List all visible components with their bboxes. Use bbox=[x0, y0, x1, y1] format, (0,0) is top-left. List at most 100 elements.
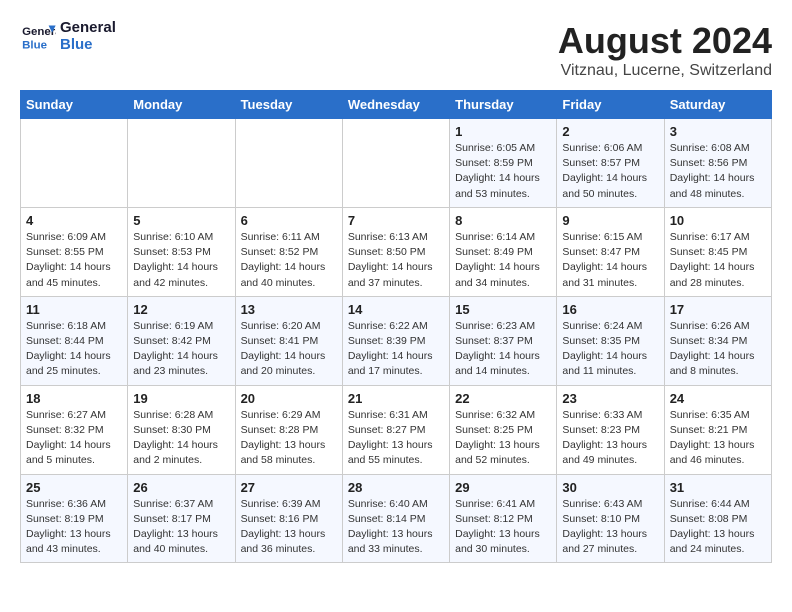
day-cell: 31 Sunrise: 6:44 AMSunset: 8:08 PMDayligh… bbox=[664, 474, 771, 563]
day-cell: 16 Sunrise: 6:24 AMSunset: 8:35 PMDayligh… bbox=[557, 296, 664, 385]
day-detail: Sunrise: 6:13 AMSunset: 8:50 PMDaylight:… bbox=[348, 230, 444, 291]
day-detail: Sunrise: 6:15 AMSunset: 8:47 PMDaylight:… bbox=[562, 230, 658, 291]
week-row-2: 4 Sunrise: 6:09 AMSunset: 8:55 PMDaylight… bbox=[21, 207, 772, 296]
day-cell: 25 Sunrise: 6:36 AMSunset: 8:19 PMDayligh… bbox=[21, 474, 128, 563]
day-detail: Sunrise: 6:28 AMSunset: 8:30 PMDaylight:… bbox=[133, 408, 229, 469]
week-row-3: 11 Sunrise: 6:18 AMSunset: 8:44 PMDayligh… bbox=[21, 296, 772, 385]
day-cell: 28Sunrise: 6:40 AMSunset: 8:14 PMDayligh… bbox=[342, 474, 449, 563]
day-number: 19 bbox=[133, 391, 229, 406]
day-cell: 21Sunrise: 6:31 AMSunset: 8:27 PMDayligh… bbox=[342, 385, 449, 474]
day-header-thursday: Thursday bbox=[450, 91, 557, 119]
week-row-5: 25 Sunrise: 6:36 AMSunset: 8:19 PMDayligh… bbox=[21, 474, 772, 563]
calendar-header: SundayMondayTuesdayWednesdayThursdayFrid… bbox=[21, 91, 772, 119]
day-number: 5 bbox=[133, 213, 229, 228]
day-number: 27 bbox=[241, 480, 337, 495]
day-detail: Sunrise: 6:41 AMSunset: 8:12 PMDaylight:… bbox=[455, 497, 551, 558]
day-cell bbox=[21, 119, 128, 208]
day-detail: Sunrise: 6:22 AMSunset: 8:39 PMDaylight:… bbox=[348, 319, 444, 380]
day-number: 23 bbox=[562, 391, 658, 406]
day-number: 26 bbox=[133, 480, 229, 495]
day-number: 31 bbox=[670, 480, 766, 495]
day-cell: 24Sunrise: 6:35 AMSunset: 8:21 PMDayligh… bbox=[664, 385, 771, 474]
svg-text:Blue: Blue bbox=[22, 39, 47, 51]
day-detail: Sunrise: 6:14 AMSunset: 8:49 PMDaylight:… bbox=[455, 230, 551, 291]
day-header-wednesday: Wednesday bbox=[342, 91, 449, 119]
day-cell: 22 Sunrise: 6:32 AMSunset: 8:25 PMDayligh… bbox=[450, 385, 557, 474]
header-row: SundayMondayTuesdayWednesdayThursdayFrid… bbox=[21, 91, 772, 119]
day-cell: 12Sunrise: 6:19 AMSunset: 8:42 PMDayligh… bbox=[128, 296, 235, 385]
day-number: 25 bbox=[26, 480, 122, 495]
day-detail: Sunrise: 6:26 AMSunset: 8:34 PMDaylight:… bbox=[670, 319, 766, 380]
day-header-monday: Monday bbox=[128, 91, 235, 119]
calendar-body: 1Sunrise: 6:05 AMSunset: 8:59 PMDaylight… bbox=[21, 119, 772, 563]
week-row-1: 1Sunrise: 6:05 AMSunset: 8:59 PMDaylight… bbox=[21, 119, 772, 208]
day-detail: Sunrise: 6:20 AMSunset: 8:41 PMDaylight:… bbox=[241, 319, 337, 380]
day-cell: 4 Sunrise: 6:09 AMSunset: 8:55 PMDaylight… bbox=[21, 207, 128, 296]
week-row-4: 18 Sunrise: 6:27 AMSunset: 8:32 PMDayligh… bbox=[21, 385, 772, 474]
day-cell: 19 Sunrise: 6:28 AMSunset: 8:30 PMDayligh… bbox=[128, 385, 235, 474]
day-detail: Sunrise: 6:43 AMSunset: 8:10 PMDaylight:… bbox=[562, 497, 658, 558]
day-detail: Sunrise: 6:31 AMSunset: 8:27 PMDaylight:… bbox=[348, 408, 444, 469]
page-header: General Blue General Blue August 2024 Vi… bbox=[20, 20, 772, 80]
day-number: 20 bbox=[241, 391, 337, 406]
day-detail: Sunrise: 6:18 AMSunset: 8:44 PMDaylight:… bbox=[26, 319, 122, 380]
day-detail: Sunrise: 6:08 AMSunset: 8:56 PMDaylight:… bbox=[670, 141, 766, 202]
day-cell: 17 Sunrise: 6:26 AMSunset: 8:34 PMDayligh… bbox=[664, 296, 771, 385]
day-header-friday: Friday bbox=[557, 91, 664, 119]
title-block: August 2024 Vitznau, Lucerne, Switzerlan… bbox=[558, 20, 772, 80]
day-header-sunday: Sunday bbox=[21, 91, 128, 119]
day-number: 4 bbox=[26, 213, 122, 228]
day-cell: 7Sunrise: 6:13 AMSunset: 8:50 PMDaylight… bbox=[342, 207, 449, 296]
page-title: August 2024 bbox=[558, 20, 772, 62]
day-detail: Sunrise: 6:33 AMSunset: 8:23 PMDaylight:… bbox=[562, 408, 658, 469]
day-cell: 23 Sunrise: 6:33 AMSunset: 8:23 PMDayligh… bbox=[557, 385, 664, 474]
day-number: 2 bbox=[562, 124, 658, 139]
day-number: 8 bbox=[455, 213, 551, 228]
day-number: 14 bbox=[348, 302, 444, 317]
day-number: 16 bbox=[562, 302, 658, 317]
day-detail: Sunrise: 6:11 AMSunset: 8:52 PMDaylight:… bbox=[241, 230, 337, 291]
day-cell bbox=[235, 119, 342, 208]
day-detail: Sunrise: 6:10 AMSunset: 8:53 PMDaylight:… bbox=[133, 230, 229, 291]
day-cell: 11 Sunrise: 6:18 AMSunset: 8:44 PMDayligh… bbox=[21, 296, 128, 385]
day-detail: Sunrise: 6:36 AMSunset: 8:19 PMDaylight:… bbox=[26, 497, 122, 558]
day-cell: 1Sunrise: 6:05 AMSunset: 8:59 PMDaylight… bbox=[450, 119, 557, 208]
day-number: 30 bbox=[562, 480, 658, 495]
day-cell: 26 Sunrise: 6:37 AMSunset: 8:17 PMDayligh… bbox=[128, 474, 235, 563]
day-number: 11 bbox=[26, 302, 122, 317]
day-header-saturday: Saturday bbox=[664, 91, 771, 119]
day-number: 10 bbox=[670, 213, 766, 228]
day-header-tuesday: Tuesday bbox=[235, 91, 342, 119]
day-number: 13 bbox=[241, 302, 337, 317]
day-cell: 5 Sunrise: 6:10 AMSunset: 8:53 PMDaylight… bbox=[128, 207, 235, 296]
day-number: 15 bbox=[455, 302, 551, 317]
logo-icon: General Blue bbox=[20, 22, 56, 52]
day-cell bbox=[128, 119, 235, 208]
day-detail: Sunrise: 6:40 AMSunset: 8:14 PMDaylight:… bbox=[348, 497, 444, 558]
day-detail: Sunrise: 6:27 AMSunset: 8:32 PMDaylight:… bbox=[26, 408, 122, 469]
day-cell: 30 Sunrise: 6:43 AMSunset: 8:10 PMDayligh… bbox=[557, 474, 664, 563]
day-detail: Sunrise: 6:32 AMSunset: 8:25 PMDaylight:… bbox=[455, 408, 551, 469]
day-detail: Sunrise: 6:19 AMSunset: 8:42 PMDaylight:… bbox=[133, 319, 229, 380]
day-number: 17 bbox=[670, 302, 766, 317]
day-detail: Sunrise: 6:35 AMSunset: 8:21 PMDaylight:… bbox=[670, 408, 766, 469]
day-detail: Sunrise: 6:37 AMSunset: 8:17 PMDaylight:… bbox=[133, 497, 229, 558]
day-cell: 2 Sunrise: 6:06 AMSunset: 8:57 PMDaylight… bbox=[557, 119, 664, 208]
day-detail: Sunrise: 6:06 AMSunset: 8:57 PMDaylight:… bbox=[562, 141, 658, 202]
day-cell: 14 Sunrise: 6:22 AMSunset: 8:39 PMDayligh… bbox=[342, 296, 449, 385]
day-detail: Sunrise: 6:05 AMSunset: 8:59 PMDaylight:… bbox=[455, 141, 551, 202]
day-cell: 18 Sunrise: 6:27 AMSunset: 8:32 PMDayligh… bbox=[21, 385, 128, 474]
page-subtitle: Vitznau, Lucerne, Switzerland bbox=[558, 62, 772, 80]
day-detail: Sunrise: 6:44 AMSunset: 8:08 PMDaylight:… bbox=[670, 497, 766, 558]
day-number: 18 bbox=[26, 391, 122, 406]
day-cell: 20Sunrise: 6:29 AMSunset: 8:28 PMDayligh… bbox=[235, 385, 342, 474]
day-cell: 6Sunrise: 6:11 AMSunset: 8:52 PMDaylight… bbox=[235, 207, 342, 296]
day-number: 22 bbox=[455, 391, 551, 406]
logo-general: General bbox=[60, 20, 116, 37]
day-detail: Sunrise: 6:24 AMSunset: 8:35 PMDaylight:… bbox=[562, 319, 658, 380]
calendar-table: SundayMondayTuesdayWednesdayThursdayFrid… bbox=[20, 90, 772, 563]
day-number: 29 bbox=[455, 480, 551, 495]
day-cell bbox=[342, 119, 449, 208]
day-detail: Sunrise: 6:09 AMSunset: 8:55 PMDaylight:… bbox=[26, 230, 122, 291]
day-number: 9 bbox=[562, 213, 658, 228]
